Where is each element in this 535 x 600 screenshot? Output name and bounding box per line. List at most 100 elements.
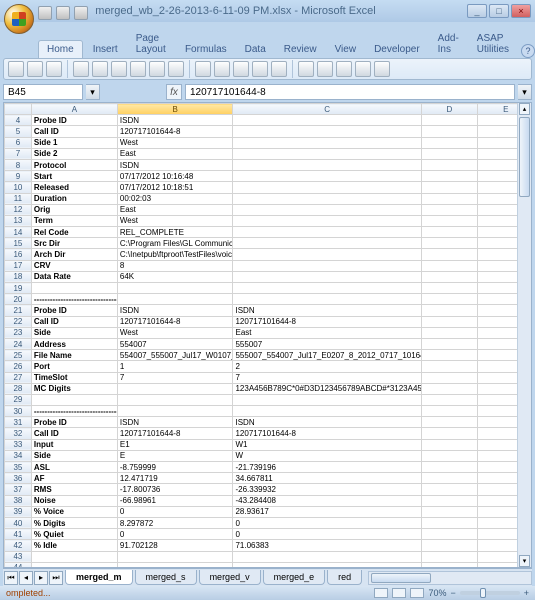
cell[interactable]: Term [31,215,117,226]
row-header[interactable]: 27 [5,372,32,383]
tab-nav-last[interactable]: ⏭ [49,571,63,585]
cell[interactable] [421,204,477,215]
close-button[interactable]: × [511,4,531,18]
cell[interactable]: -66.98961 [117,495,233,506]
row-header[interactable]: 19 [5,283,32,294]
cell[interactable]: 8.297872 [117,517,233,528]
cell[interactable] [478,406,517,417]
row-header[interactable]: 21 [5,305,32,316]
row-header[interactable]: 35 [5,462,32,473]
minimize-button[interactable]: _ [467,4,487,18]
cell[interactable] [31,551,117,562]
cell[interactable]: 7 [117,372,233,383]
cell[interactable]: East [233,327,421,338]
cell[interactable]: ISDN [117,417,233,428]
row-header[interactable]: 16 [5,249,32,260]
cell[interactable] [478,383,517,394]
cell[interactable] [421,294,477,305]
cell[interactable] [233,126,421,137]
cell[interactable] [421,305,477,316]
undo-icon[interactable] [56,6,70,20]
cell[interactable]: % Voice [31,506,117,517]
cell[interactable]: 0 [117,506,233,517]
cell[interactable] [233,159,421,170]
cell[interactable] [233,204,421,215]
row-header[interactable]: 15 [5,238,32,249]
cell[interactable] [117,383,233,394]
formula-bar-expand[interactable]: ▾ [518,84,532,100]
cell[interactable] [421,473,477,484]
cell[interactable] [421,316,477,327]
cell[interactable] [478,540,517,551]
cell[interactable] [233,238,421,249]
italic-icon[interactable] [92,61,108,77]
sheet-tab-merged_e[interactable]: merged_e [263,570,326,585]
cell[interactable]: -----------------------------------VOICE… [31,406,117,417]
cell[interactable]: Noise [31,495,117,506]
cell[interactable]: Side [31,327,117,338]
cell[interactable] [421,115,477,126]
row-header[interactable]: 44 [5,562,32,567]
cell[interactable] [421,182,477,193]
copy-icon[interactable] [46,61,62,77]
cell[interactable] [421,506,477,517]
cell[interactable] [233,171,421,182]
cell[interactable]: Probe ID [31,115,117,126]
cell[interactable]: -8.759999 [117,462,233,473]
cell[interactable] [421,137,477,148]
merge-icon[interactable] [271,61,287,77]
cell[interactable] [421,350,477,361]
tab-asap-utilities[interactable]: ASAP Utilities [469,30,519,58]
cut-icon[interactable] [27,61,43,77]
tab-view[interactable]: View [327,41,365,58]
zoom-slider-thumb[interactable] [480,588,486,598]
cell[interactable]: ISDN [233,305,421,316]
cell[interactable] [421,406,477,417]
cell[interactable] [421,260,477,271]
cell[interactable] [421,193,477,204]
cell[interactable]: -21.739196 [233,462,421,473]
cell[interactable] [421,551,477,562]
tab-page-layout[interactable]: Page Layout [128,30,175,58]
tab-data[interactable]: Data [237,41,274,58]
cell[interactable]: 554007 [117,338,233,349]
row-header[interactable]: 28 [5,383,32,394]
cell[interactable] [233,182,421,193]
cell[interactable] [478,271,517,282]
cell[interactable]: 120717101644-8 [233,428,421,439]
formula-bar[interactable]: 120717101644-8 [185,84,515,100]
cell[interactable] [421,327,477,338]
spreadsheet-grid[interactable]: ABCDEFGH 4Probe IDISDN5Call ID1207171016… [4,103,517,567]
cell[interactable] [478,462,517,473]
row-header[interactable]: 30 [5,406,32,417]
select-all-corner[interactable] [5,104,32,115]
row-header[interactable]: 6 [5,137,32,148]
cell[interactable]: East [117,204,233,215]
cell[interactable] [478,506,517,517]
tab-home[interactable]: Home [38,40,83,58]
vertical-scrollbar[interactable]: ▴ ▾ [517,103,531,567]
tab-insert[interactable]: Insert [85,41,126,58]
align-center-icon[interactable] [214,61,230,77]
cell[interactable] [478,338,517,349]
fill-color-icon[interactable] [149,61,165,77]
cell[interactable] [421,227,477,238]
cell[interactable] [421,394,477,405]
cell[interactable] [117,562,233,567]
percent-icon[interactable] [317,61,333,77]
cell[interactable] [117,394,233,405]
cell[interactable]: Duration [31,193,117,204]
cell[interactable] [233,260,421,271]
cell[interactable]: MC Digits [31,383,117,394]
cell[interactable] [421,495,477,506]
scroll-up-icon[interactable]: ▴ [519,103,530,115]
cell[interactable]: Data Rate [31,271,117,282]
cell[interactable] [478,294,517,305]
cell[interactable]: Protocol [31,159,117,170]
row-header[interactable]: 26 [5,361,32,372]
row-header[interactable]: 4 [5,115,32,126]
scroll-down-icon[interactable]: ▾ [519,555,530,567]
cell[interactable]: 00:02:03 [117,193,233,204]
cell[interactable]: Address [31,338,117,349]
cell[interactable] [478,495,517,506]
